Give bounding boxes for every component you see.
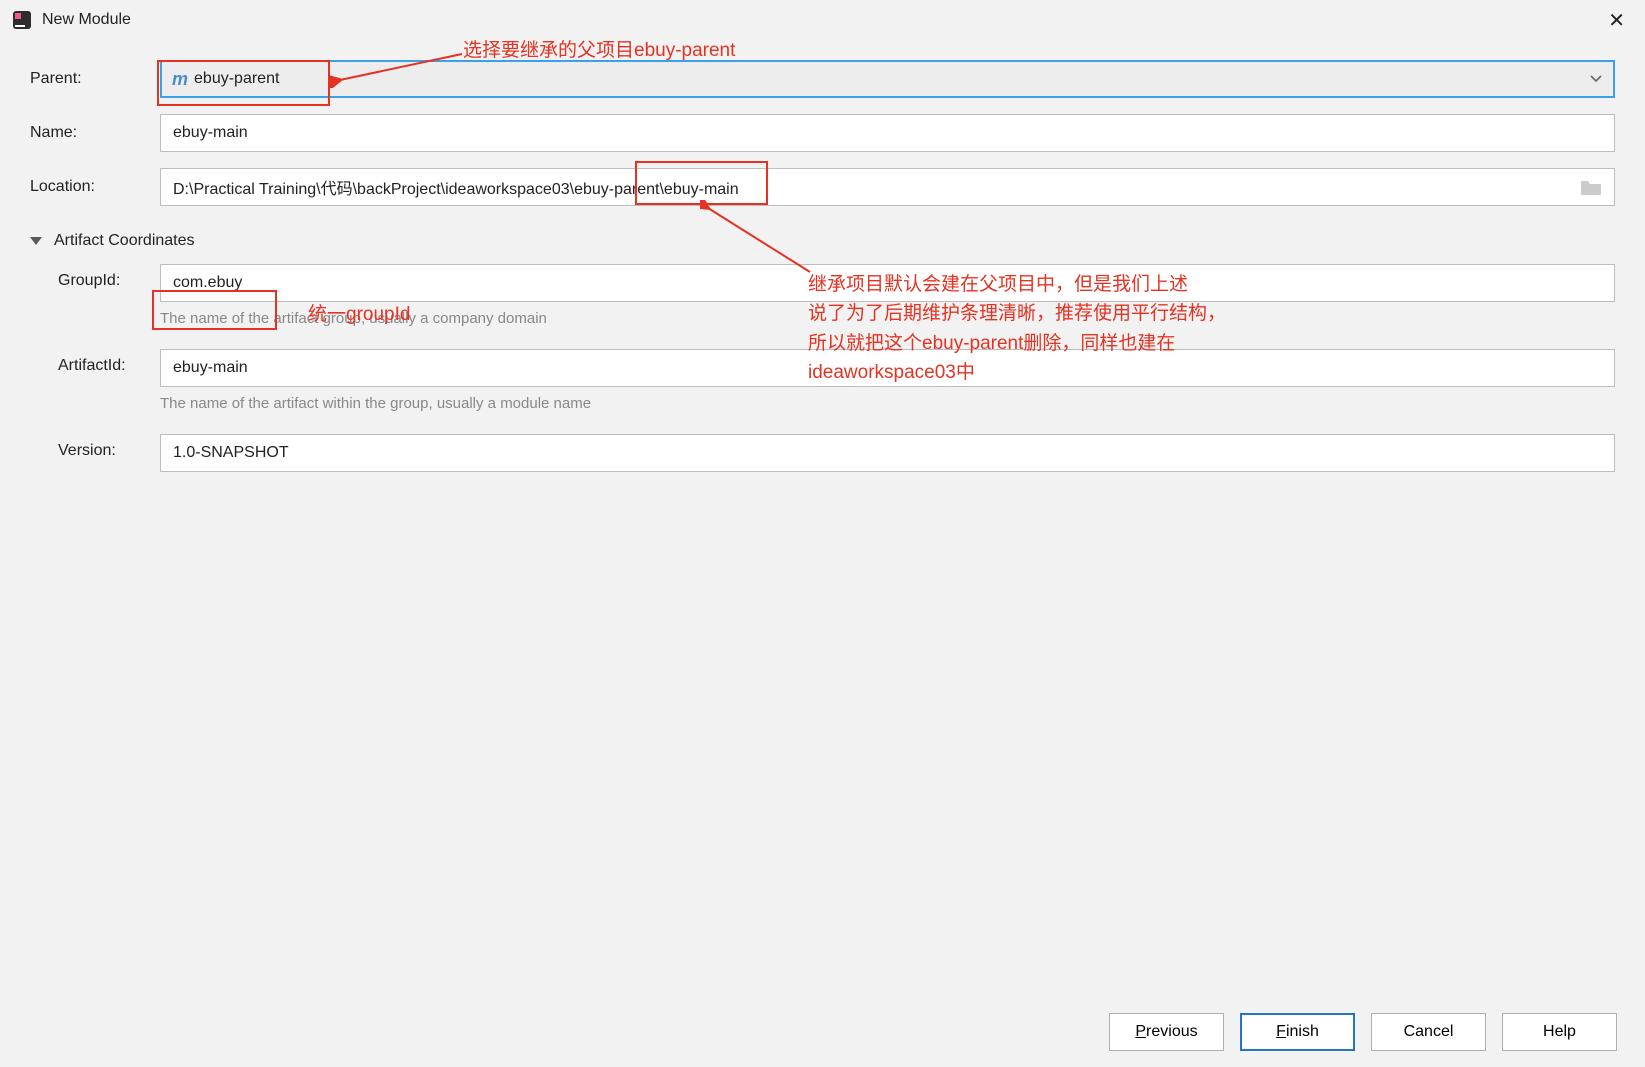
groupid-label: GroupId: bbox=[58, 264, 160, 290]
artifact-coordinates-toggle[interactable]: Artifact Coordinates bbox=[30, 232, 1615, 250]
location-value: D:\Practical Training\代码\backProject\ide… bbox=[173, 175, 1570, 199]
version-input[interactable] bbox=[160, 434, 1615, 472]
parent-row: Parent: m ebuy-parent bbox=[30, 60, 1615, 98]
parent-dropdown[interactable]: m ebuy-parent bbox=[160, 60, 1615, 98]
version-row: Version: bbox=[58, 434, 1615, 472]
location-label: Location: bbox=[30, 178, 160, 196]
close-icon[interactable]: ✕ bbox=[1600, 8, 1633, 33]
location-highlighted-part: \ebuy-parent bbox=[570, 181, 660, 198]
groupid-hint: The name of the artifact group, usually … bbox=[160, 310, 1615, 327]
artifactid-hint: The name of the artifact within the grou… bbox=[160, 395, 1615, 412]
artifact-coordinates-title: Artifact Coordinates bbox=[54, 232, 195, 250]
previous-button[interactable]: Previous bbox=[1109, 1013, 1224, 1051]
version-label: Version: bbox=[58, 434, 160, 460]
artifactid-input[interactable] bbox=[160, 349, 1615, 387]
folder-browse-icon[interactable] bbox=[1580, 178, 1602, 196]
location-row: Location: D:\Practical Training\代码\backP… bbox=[30, 168, 1615, 206]
window-title: New Module bbox=[42, 11, 131, 29]
groupid-row: GroupId: The name of the artifact group,… bbox=[58, 264, 1615, 333]
parent-dropdown-value: ebuy-parent bbox=[194, 70, 279, 88]
artifactid-row: ArtifactId: The name of the artifact wit… bbox=[58, 349, 1615, 418]
button-bar: Previous Finish Cancel Help bbox=[1109, 1013, 1617, 1051]
name-row: Name: bbox=[30, 114, 1615, 152]
maven-m-icon: m bbox=[172, 69, 188, 90]
app-icon bbox=[12, 10, 32, 30]
cancel-button[interactable]: Cancel bbox=[1371, 1013, 1486, 1051]
chevron-down-icon bbox=[1589, 72, 1603, 86]
name-input[interactable] bbox=[160, 114, 1615, 152]
chevron-down-icon bbox=[30, 237, 42, 245]
location-input[interactable]: D:\Practical Training\代码\backProject\ide… bbox=[160, 168, 1615, 206]
finish-button[interactable]: Finish bbox=[1240, 1013, 1355, 1051]
content-area: Parent: m ebuy-parent Name: Location: D:… bbox=[0, 40, 1645, 472]
name-label: Name: bbox=[30, 124, 160, 142]
parent-label: Parent: bbox=[30, 70, 160, 88]
groupid-input[interactable] bbox=[160, 264, 1615, 302]
artifact-coordinates-section: GroupId: The name of the artifact group,… bbox=[30, 264, 1615, 472]
artifactid-label: ArtifactId: bbox=[58, 349, 160, 375]
help-button[interactable]: Help bbox=[1502, 1013, 1617, 1051]
titlebar: New Module ✕ bbox=[0, 0, 1645, 40]
